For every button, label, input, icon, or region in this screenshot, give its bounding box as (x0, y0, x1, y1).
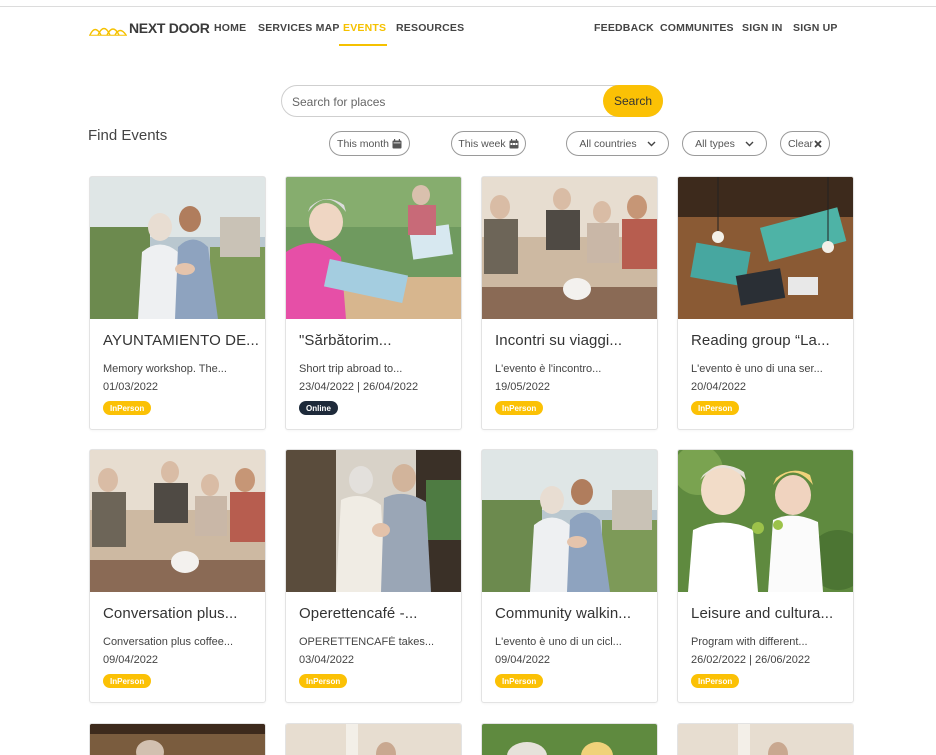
event-description: Program with different... (691, 636, 808, 648)
event-title: Incontri su viaggi... (495, 332, 623, 349)
filter-this-week-label: This week (458, 137, 506, 150)
event-image (678, 450, 853, 592)
event-date: 26/02/2022 | 26/06/2022 (691, 654, 811, 666)
filter-type-select[interactable]: All types (682, 131, 767, 156)
event-card[interactable]: Leisure and cultura... Program with diff… (677, 449, 854, 703)
event-date: 23/04/2022 | 26/04/2022 (299, 381, 419, 393)
event-card[interactable]: AYUNTAMIENTO DE... Memory workshop. The.… (89, 176, 266, 430)
event-date: 09/04/2022 (103, 654, 159, 666)
search-input[interactable] (292, 93, 592, 111)
event-date: 01/03/2022 (103, 381, 159, 393)
event-image (678, 177, 853, 319)
nav-active-indicator (339, 44, 387, 46)
chevron-down-icon (647, 141, 656, 147)
logo[interactable]: NEXT DOOR (89, 20, 210, 36)
event-card-partial[interactable] (89, 723, 266, 755)
event-description: OPERETTENCAFÉ takes... (299, 636, 435, 648)
event-mode-badge: Online (299, 401, 338, 415)
nav-sign-up[interactable]: SIGN UP (793, 22, 838, 34)
event-description: L'evento è uno di un cicl... (495, 636, 622, 648)
event-mode-badge: InPerson (103, 401, 152, 415)
event-title: Conversation plus... (103, 605, 238, 622)
nav-events[interactable]: EVENTS (343, 22, 386, 34)
event-image (286, 177, 461, 319)
event-image (286, 450, 461, 592)
filter-clear-button[interactable]: Clear (780, 131, 830, 156)
event-mode-badge: InPerson (103, 674, 152, 688)
logo-text: NEXT DOOR (129, 20, 210, 36)
nav-resources[interactable]: RESOURCES (396, 22, 464, 34)
filter-country-label: All countries (579, 137, 637, 150)
event-mode-badge: InPerson (495, 401, 544, 415)
chevron-down-icon (745, 141, 754, 147)
event-title: "Sărbătorim... (299, 332, 392, 349)
event-description: L'evento è uno di una ser... (691, 363, 823, 375)
nav-services-map[interactable]: SERVICES MAP (258, 22, 340, 34)
filter-this-week[interactable]: This week (451, 131, 526, 156)
event-image (90, 177, 265, 319)
event-date: 20/04/2022 (691, 381, 747, 393)
event-mode-badge: InPerson (299, 674, 348, 688)
nav-communities[interactable]: COMMUNITES (660, 22, 734, 34)
event-card[interactable]: Conversation plus... Conversation plus c… (89, 449, 266, 703)
event-date: 09/04/2022 (495, 654, 551, 666)
event-card-partial[interactable] (285, 723, 462, 755)
event-mode-badge: InPerson (691, 401, 740, 415)
calendar-week-icon (509, 138, 519, 149)
event-title: AYUNTAMIENTO DE... (103, 332, 259, 349)
event-image (90, 450, 265, 592)
logo-icon (89, 27, 127, 36)
top-divider (0, 6, 936, 7)
close-icon (814, 139, 822, 148)
search-bar: Search (281, 85, 663, 117)
event-title: Leisure and cultura... (691, 605, 834, 622)
event-card[interactable]: Reading group “La... L'evento è uno di u… (677, 176, 854, 430)
event-title: Reading group “La... (691, 332, 830, 349)
page-title: Find Events (88, 127, 168, 144)
nav-home[interactable]: HOME (214, 22, 246, 34)
nav-sign-in[interactable]: SIGN IN (742, 22, 783, 34)
event-image (482, 177, 657, 319)
filter-country-select[interactable]: All countries (566, 131, 669, 156)
event-date: 19/05/2022 (495, 381, 551, 393)
event-description: Short trip abroad to... (299, 363, 403, 375)
event-card[interactable]: Community walkin... L'evento è uno di un… (481, 449, 658, 703)
event-card[interactable]: Operettencafé -... OPERETTENCAFÉ takes..… (285, 449, 462, 703)
event-mode-badge: InPerson (691, 674, 740, 688)
event-title: Community walkin... (495, 605, 632, 622)
filter-this-month-label: This month (337, 137, 389, 150)
event-description: L'evento è l'incontro... (495, 363, 602, 375)
event-mode-badge: InPerson (495, 674, 544, 688)
calendar-icon (392, 138, 402, 149)
filter-clear-label: Clear (787, 137, 814, 150)
event-card[interactable]: Incontri su viaggi... L'evento è l'incon… (481, 176, 658, 430)
nav-feedback[interactable]: FEEDBACK (594, 22, 654, 34)
event-description: Memory workshop. The... (103, 363, 227, 375)
event-card-partial[interactable] (677, 723, 854, 755)
event-date: 03/04/2022 (299, 654, 355, 666)
event-card[interactable]: "Sărbătorim... Short trip abroad to... 2… (285, 176, 462, 430)
event-image (482, 450, 657, 592)
event-description: Conversation plus coffee... (103, 636, 234, 648)
filter-type-label: All types (695, 137, 735, 150)
filter-this-month[interactable]: This month (329, 131, 410, 156)
search-button[interactable]: Search (603, 85, 663, 117)
event-card-partial[interactable] (481, 723, 658, 755)
event-title: Operettencafé -... (299, 605, 418, 622)
